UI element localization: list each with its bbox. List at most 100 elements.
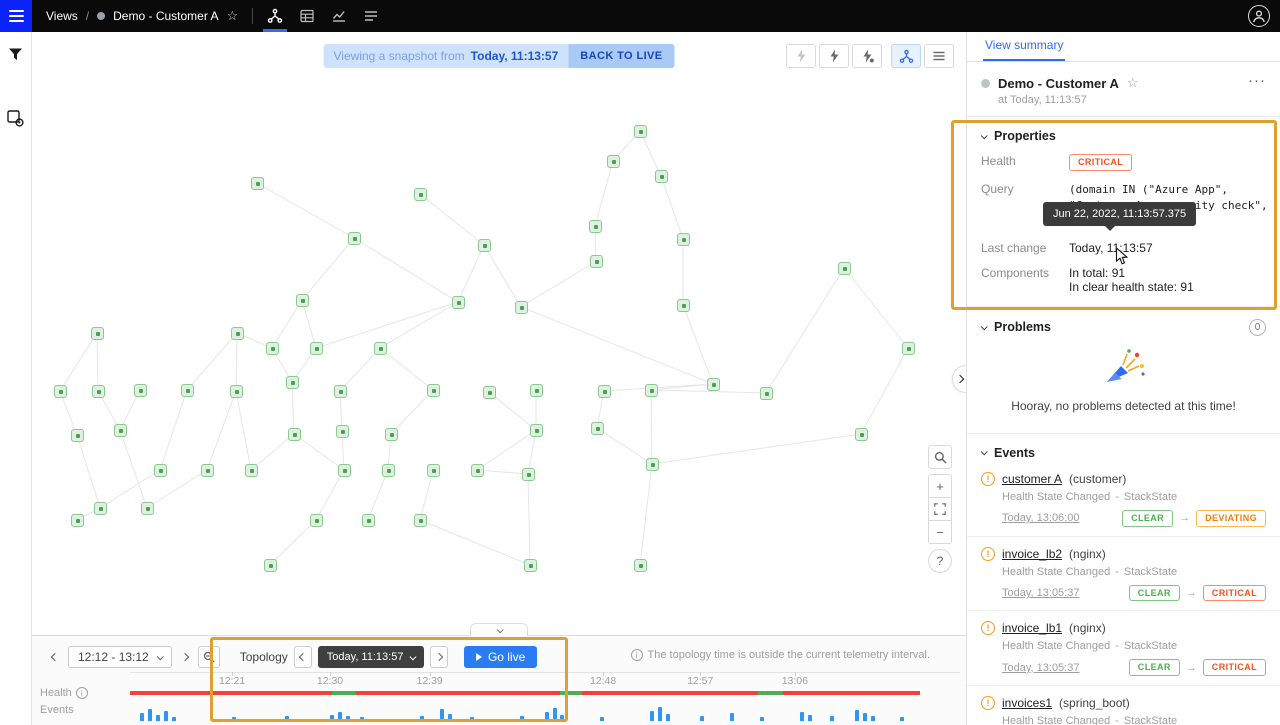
topology-node[interactable] [134,384,147,397]
topology-node[interactable] [524,559,537,572]
topology-node[interactable] [902,342,915,355]
topology-node[interactable] [591,422,604,435]
event-bar[interactable] [700,716,704,721]
topology-node[interactable] [530,384,543,397]
topology-time-next-button[interactable] [430,646,448,668]
snapshot-banner-time[interactable]: Today, 11:13:57 [471,49,569,63]
topology-node[interactable] [634,125,647,138]
event-bar[interactable] [760,717,764,721]
event-bar[interactable] [800,712,804,721]
event-bar[interactable] [448,714,452,721]
problems-lightning-icon[interactable] [786,44,816,68]
topology-node[interactable] [385,428,398,441]
list-mode-icon[interactable] [924,44,954,68]
topology-node[interactable] [707,378,720,391]
anomalies-lightning-icon[interactable] [852,44,882,68]
filter-icon[interactable] [4,42,28,66]
topology-node[interactable] [348,232,361,245]
topology-node[interactable] [855,428,868,441]
more-menu-button[interactable]: ··· [1248,72,1266,89]
zoom-in-button[interactable]: + [928,474,952,498]
event-bar[interactable] [658,707,662,721]
event-item[interactable]: !invoice_lb2(nginx)Health State Changed-… [967,537,1280,612]
health-timeline-bar[interactable] [130,691,960,695]
properties-header[interactable]: Properties [981,129,1266,143]
health-segment-critical[interactable] [783,691,920,695]
topology-node[interactable] [334,385,347,398]
topology-node[interactable] [478,239,491,252]
event-bar[interactable] [338,712,342,721]
topology-node[interactable] [54,385,67,398]
menu-button[interactable] [0,0,32,32]
topology-node[interactable] [414,188,427,201]
zoom-selection-icon[interactable] [198,646,220,668]
event-item[interactable]: !invoice_lb1(nginx)Health State Changed-… [967,611,1280,686]
event-time-link[interactable]: Today, 13:05:37 [1002,587,1079,599]
event-bar[interactable] [650,711,654,721]
topology-node[interactable] [471,464,484,477]
events-header[interactable]: Events [981,446,1266,460]
topology-node[interactable] [114,424,127,437]
fit-to-screen-button[interactable] [928,497,952,521]
topology-node[interactable] [336,425,349,438]
topology-node[interactable] [245,464,258,477]
topology-node[interactable] [296,294,309,307]
topology-node[interactable] [181,384,194,397]
problems-header[interactable]: Problems 0 [981,319,1266,336]
event-bar[interactable] [148,709,152,721]
event-bar[interactable] [156,715,160,721]
range-prev-button[interactable] [48,647,62,667]
topology-node[interactable] [94,502,107,515]
breadcrumb-views[interactable]: Views [46,9,78,23]
event-bar[interactable] [140,713,144,721]
zoom-out-button[interactable]: − [928,520,952,544]
event-component-link[interactable]: customer A [1002,472,1062,486]
event-bar[interactable] [285,716,289,721]
topology-node[interactable] [251,177,264,190]
topology-node[interactable] [655,170,668,183]
table-view-icon[interactable] [291,0,323,32]
topology-view-icon[interactable] [259,0,291,32]
star-icon[interactable]: ☆ [1127,75,1139,91]
star-icon[interactable]: ☆ [227,8,239,24]
topology-node[interactable] [91,327,104,340]
topology-node[interactable] [362,514,375,527]
topology-node[interactable] [338,464,351,477]
topology-node[interactable] [286,376,299,389]
topology-node[interactable] [427,384,440,397]
topology-node[interactable] [201,464,214,477]
event-bar[interactable] [520,716,524,721]
search-icon[interactable] [928,445,952,469]
event-bar[interactable] [470,717,474,721]
topology-node[interactable] [645,384,658,397]
breadcrumb-view-name[interactable]: Demo - Customer A [113,9,218,23]
health-segment-critical[interactable] [356,691,560,695]
last-change-value[interactable]: Today, 11:13:57 [1069,241,1153,255]
topology-node[interactable] [427,464,440,477]
event-bar[interactable] [545,712,549,721]
event-bar[interactable] [420,716,424,721]
topology-node[interactable] [266,342,279,355]
event-component-link[interactable]: invoice_lb1 [1002,621,1062,635]
topology-node[interactable] [414,514,427,527]
topology-node[interactable] [231,327,244,340]
time-axis[interactable]: 12:2112:3012:3912:4812:5713:06 [130,672,960,686]
event-component-link[interactable]: invoices1 [1002,696,1052,710]
view-settings-icon[interactable] [4,106,28,130]
health-segment-clear[interactable] [332,691,356,695]
event-bar[interactable] [232,717,236,721]
event-bar[interactable] [855,710,859,721]
topology-node[interactable] [483,386,496,399]
event-bar[interactable] [553,708,557,721]
tab-view-summary[interactable]: View summary [983,32,1065,61]
topology-time-select[interactable]: Today, 11:13:57 [318,646,424,668]
topology-canvas[interactable]: Viewing a snapshot from Today, 11:13:57 … [32,32,966,635]
health-segment-clear[interactable] [560,691,582,695]
help-button[interactable]: ? [928,549,952,573]
event-bar[interactable] [440,709,444,721]
topology-node[interactable] [141,502,154,515]
health-segment-critical[interactable] [582,691,758,695]
topology-node[interactable] [71,514,84,527]
topology-node[interactable] [530,424,543,437]
chart-view-icon[interactable] [323,0,355,32]
